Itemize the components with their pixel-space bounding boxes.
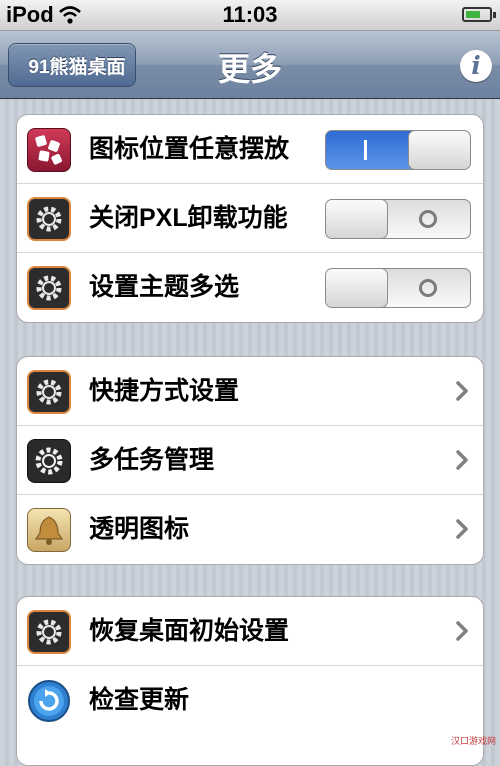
row-restore-defaults[interactable]: 恢复桌面初始设置 [17, 597, 483, 666]
row-disable-uninstall[interactable]: 关闭PXL卸载功能 [17, 184, 483, 253]
row-icon-position[interactable]: 图标位置任意摆放 [17, 115, 483, 184]
bell-icon [27, 508, 71, 552]
row-label: 设置主题多选 [89, 273, 240, 301]
row-label: 关闭PXL卸载功能 [89, 204, 288, 232]
gear-icon [27, 610, 71, 654]
page-title: 更多 [217, 51, 282, 87]
info-icon: i [471, 51, 481, 80]
status-bar: iPod 11:03 [0, 0, 500, 31]
icon-position-toggle[interactable] [325, 130, 471, 170]
gear-icon [27, 439, 71, 483]
disable-uninstall-toggle[interactable] [325, 199, 471, 239]
watermark: 汉口游戏网 [450, 736, 496, 746]
theme-multiselect-toggle[interactable] [325, 268, 471, 308]
apps-icon [27, 128, 71, 172]
update-icon [27, 679, 71, 723]
row-label: 检查更新 [89, 686, 190, 714]
row-check-update[interactable]: 检查更新 [17, 666, 483, 735]
settings-group-toggles: 图标位置任意摆放 关闭PXL卸载功能 设置主题多选 [16, 114, 484, 323]
battery-icon [462, 7, 496, 22]
settings-group-options: 快捷方式设置 多任务管理 透明图标 [16, 356, 484, 565]
row-multitask[interactable]: 多任务管理 [17, 426, 483, 495]
row-label: 图标位置任意摆放 [89, 135, 290, 163]
settings-group-system: 恢复桌面初始设置 检查更新 [16, 596, 484, 766]
chevron-right-icon [456, 450, 468, 470]
gear-icon [27, 197, 71, 241]
row-label: 多任务管理 [89, 446, 215, 474]
chevron-right-icon [456, 519, 468, 539]
row-shortcut-settings[interactable]: 快捷方式设置 [17, 357, 483, 426]
info-button[interactable]: i [460, 50, 492, 82]
chevron-right-icon [456, 381, 468, 401]
row-label: 快捷方式设置 [89, 377, 240, 405]
row-transparent-icon[interactable]: 透明图标 [17, 495, 483, 564]
chevron-right-icon [456, 621, 468, 641]
row-label: 恢复桌面初始设置 [89, 617, 290, 645]
row-theme-multiselect[interactable]: 设置主题多选 [17, 253, 483, 322]
gear-icon [27, 370, 71, 414]
row-label: 透明图标 [89, 515, 190, 543]
clock: 11:03 [222, 2, 278, 27]
navigation-bar: 91熊猫桌面 更多 i [0, 31, 500, 99]
gear-icon [27, 266, 71, 310]
